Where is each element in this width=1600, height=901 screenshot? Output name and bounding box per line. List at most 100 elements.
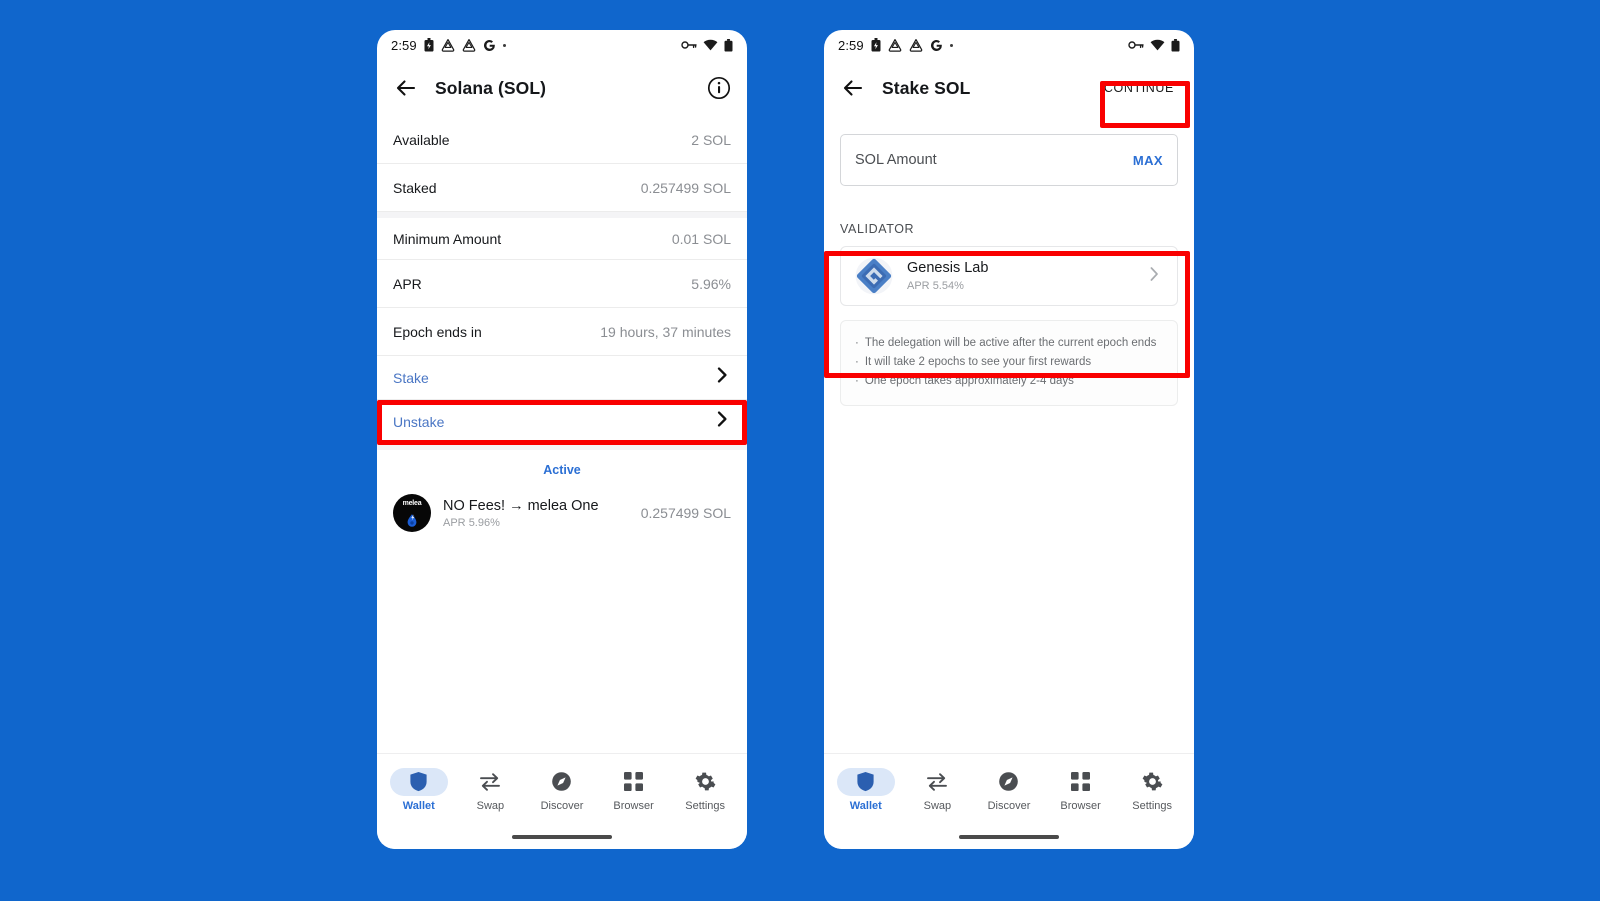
validator-section: VALIDATOR Genesis Lab APR 5.54% <box>824 208 1194 306</box>
detail-key: Available <box>393 131 450 148</box>
validator-name: Genesis Lab <box>907 260 989 276</box>
drive-icon <box>909 38 923 52</box>
grid-icon <box>1052 768 1110 796</box>
bullet-icon: · <box>855 374 859 387</box>
wifi-icon <box>1150 39 1165 51</box>
active-section-title: Active <box>543 463 581 477</box>
nav-item-discover[interactable]: Discover <box>973 768 1045 812</box>
home-indicator[interactable] <box>512 835 612 839</box>
chevron-right-icon <box>713 410 731 433</box>
status-bar-right: 2:59 <box>824 30 1194 60</box>
chevron-right-icon <box>713 366 731 389</box>
vpn-key-icon <box>1128 40 1144 50</box>
avatar-label: melea <box>402 500 422 507</box>
detail-value: 5.96% <box>691 275 731 292</box>
detail-value: 2 SOL <box>691 131 731 148</box>
continue-button[interactable]: CONTINUE <box>1100 75 1178 101</box>
nav-item-swap[interactable]: Swap <box>902 768 974 812</box>
info-icon[interactable] <box>707 76 731 100</box>
validator-card[interactable]: Genesis Lab APR 5.54% <box>840 246 1178 306</box>
home-indicator[interactable] <box>959 835 1059 839</box>
nav-label: Swap <box>476 799 505 812</box>
nav-label: Discover <box>540 799 584 812</box>
staking-notes-card: · The delegation will be active after th… <box>840 320 1178 406</box>
compass-icon <box>980 768 1038 796</box>
detail-key: Epoch ends in <box>393 323 482 340</box>
note-text: It will take 2 epochs to see your first … <box>864 355 1092 368</box>
unstake-row-label: Unstake <box>393 413 445 430</box>
apr-row: APR 5.54% <box>907 280 988 292</box>
status-bar-left-group: 2:59 <box>391 38 506 53</box>
detail-row-available: Available 2 SOL <box>377 116 747 164</box>
sol-amount-field[interactable]: MAX <box>840 134 1178 186</box>
screenshot-canvas: 2:59 Solana (SOL) Available 2 SOL Staked… <box>0 0 1600 901</box>
note-line: · One epoch takes approximately 2-4 days <box>855 372 1163 391</box>
nav-item-settings[interactable]: Settings <box>669 768 741 812</box>
validator-name: NO Fees! → melea One <box>443 497 599 514</box>
shield-icon <box>389 767 448 796</box>
nav-item-wallet[interactable]: Wallet <box>383 767 455 812</box>
nav-item-wallet[interactable]: Wallet <box>830 767 902 812</box>
page-title: Solana (SOL) <box>435 77 547 98</box>
max-button[interactable]: MAX <box>1133 153 1163 168</box>
list-item[interactable]: melea NO Fees! → melea One APR 5.96% 0.2… <box>377 488 747 542</box>
bullet-icon: · <box>855 337 859 349</box>
melea-gem-icon <box>407 514 417 527</box>
nav-item-swap[interactable]: Swap <box>455 768 527 812</box>
nav-label: Wallet <box>402 799 435 812</box>
more-dot-icon <box>502 43 506 47</box>
back-arrow-icon[interactable] <box>840 75 866 101</box>
sol-amount-input[interactable] <box>855 152 1133 168</box>
detail-key: Staked <box>393 179 437 196</box>
stake-row[interactable]: Stake <box>377 356 747 400</box>
nav-item-discover[interactable]: Discover <box>526 768 598 812</box>
nav-label: Browser <box>1060 799 1101 812</box>
nav-label: Browser <box>613 799 654 812</box>
unstake-row[interactable]: Unstake <box>377 400 747 444</box>
nav-item-browser[interactable]: Browser <box>1045 768 1117 812</box>
status-bar-right-group <box>1128 38 1180 52</box>
appbar-right: Stake SOL CONTINUE <box>824 60 1194 116</box>
page-title: Stake SOL <box>882 77 971 98</box>
genesis-lab-logo-icon <box>855 257 893 295</box>
shield-icon <box>836 767 895 796</box>
detail-value: 19 hours, 37 minutes <box>600 323 731 340</box>
left-screen-body: Available 2 SOL Staked 0.257499 SOL Mini… <box>377 116 747 753</box>
right-screen-body: MAX VALIDATOR Genesis Lab <box>824 116 1194 753</box>
wifi-icon <box>703 39 718 51</box>
compass-icon <box>533 768 591 796</box>
chevron-right-icon <box>1145 265 1163 288</box>
google-icon <box>483 39 496 52</box>
gear-icon <box>1123 768 1181 796</box>
drive-icon <box>441 38 455 52</box>
swap-icon <box>461 768 519 796</box>
grid-icon <box>605 768 663 796</box>
phone-right-stake-sol: 2:59 Stake SOL CONTINUE SOL Amount MAX V… <box>824 30 1194 849</box>
nav-item-browser[interactable]: Browser <box>598 768 670 812</box>
note-text: One epoch takes approximately 2-4 days <box>864 374 1074 387</box>
apr-value-text: 5.54% <box>932 280 964 292</box>
detail-row-staked: Staked 0.257499 SOL <box>377 164 747 212</box>
status-time: 2:59 <box>838 37 864 53</box>
detail-row-minimum-amount: Minimum Amount 0.01 SOL <box>377 212 747 260</box>
list-item-text: NO Fees! → melea One APR 5.96% <box>443 498 599 529</box>
stake-form: MAX <box>824 116 1194 186</box>
apr-label-text: APR <box>443 516 466 529</box>
detail-key: Minimum Amount <box>393 230 502 247</box>
home-indicator-area-left <box>377 825 747 849</box>
back-arrow-icon[interactable] <box>393 75 419 101</box>
apr-label-text: APR <box>907 280 930 292</box>
apr-value-text: 5.96% <box>468 516 500 529</box>
nav-item-settings[interactable]: Settings <box>1116 768 1188 812</box>
google-icon <box>930 39 943 52</box>
note-text: The delegation will be active after the … <box>864 337 1157 349</box>
nav-label: Wallet <box>849 799 882 812</box>
note-line: · It will take 2 epochs to see your firs… <box>855 353 1163 372</box>
detail-value: 0.257499 SOL <box>640 179 731 196</box>
apr-row: APR 5.96% <box>443 517 599 529</box>
battery-icon <box>724 38 733 52</box>
appbar-left: Solana (SOL) <box>377 60 747 116</box>
bottom-nav-left: Wallet Swap Discover Browser Settings <box>377 753 747 825</box>
detail-row-apr: APR 5.96% <box>377 260 747 308</box>
drive-icon <box>462 38 476 52</box>
